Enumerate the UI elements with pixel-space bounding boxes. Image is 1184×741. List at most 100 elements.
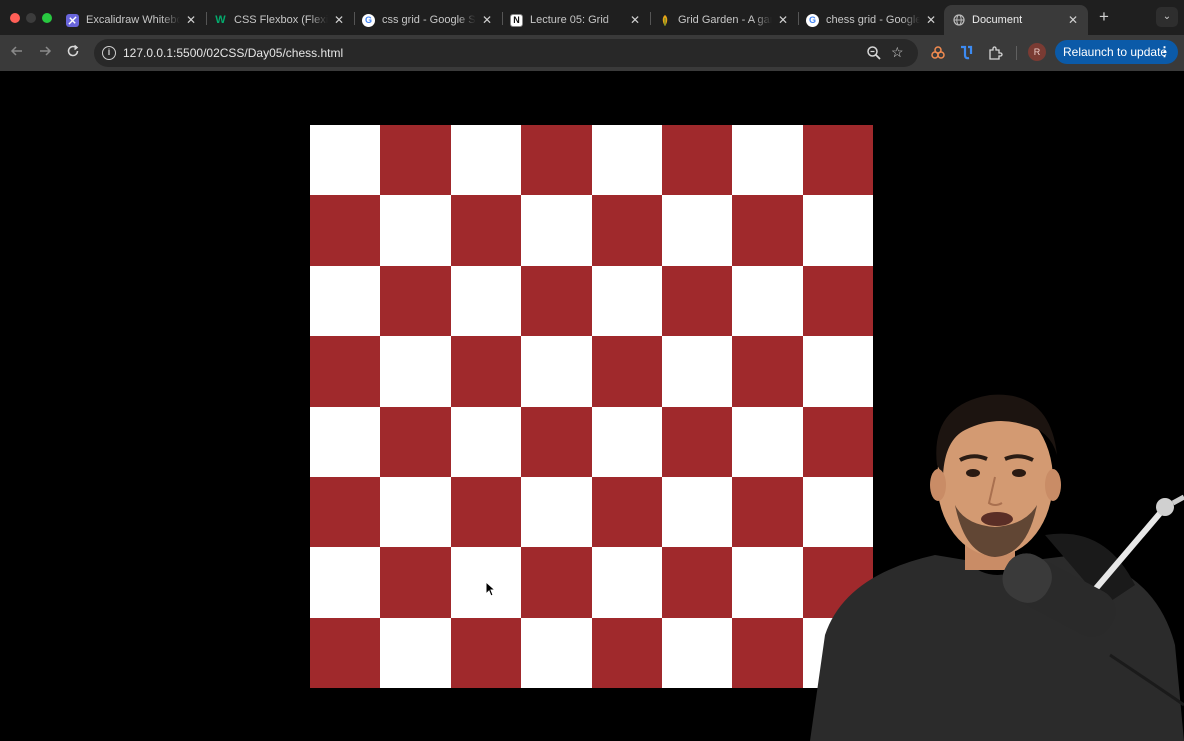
chevron-down-icon: ⌄ [1162,11,1172,22]
extension-icon[interactable] [957,44,975,62]
site-info-icon[interactable]: i [102,46,116,60]
board-square-dark [591,336,662,407]
google-icon: G [806,13,819,27]
board-square-dark [310,617,381,688]
tab-title: Grid Garden - A game [678,14,772,26]
maximize-window-button[interactable] [42,13,52,23]
board-square-dark [661,547,733,618]
extension-icon[interactable] [929,44,947,62]
board-square-dark [521,406,592,477]
tab-css-grid-search[interactable]: G css grid - Google Search ✕ [354,5,502,35]
board-square-dark [732,617,803,688]
board-square-light [661,336,733,407]
close-tab-icon[interactable]: ✕ [332,13,346,27]
board-square-dark [591,195,662,266]
tab-strip: Excalidraw Whiteboard ✕ W CSS Flexbox (F… [0,0,1184,35]
globe-icon [952,14,965,27]
browser-toolbar: i 127.0.0.1:5500/02CSS/Day05/chess.html … [0,35,1184,71]
tab-search-button[interactable]: ⌄ [1156,7,1178,27]
board-square-light [591,406,662,477]
reload-button[interactable] [63,43,83,63]
board-square-light [591,125,662,196]
close-tab-icon[interactable]: ✕ [480,13,494,27]
tab-lecture-grid[interactable]: N Lecture 05: Grid ✕ [502,5,650,35]
relaunch-label: Relaunch to update [1063,45,1168,59]
address-bar[interactable]: i 127.0.0.1:5500/02CSS/Day05/chess.html … [94,39,918,67]
board-square-light [521,195,592,266]
zoom-icon[interactable] [866,45,882,61]
board-square-dark [802,265,873,337]
more-menu-icon[interactable]: ⋮ [1158,40,1171,64]
board-square-light [380,476,451,548]
notion-icon: N [510,13,523,27]
forward-button[interactable] [35,43,55,63]
board-square-light [732,125,803,196]
board-square-dark [591,617,662,688]
mouse-cursor-icon [485,581,495,597]
board-square-dark [380,406,451,477]
board-square-light [521,476,592,548]
tab-grid-garden[interactable]: Grid Garden - A game ✕ [650,5,798,35]
grid-garden-icon [658,14,671,27]
board-square-light [732,406,803,477]
board-square-light [380,617,451,688]
board-square-dark [521,547,592,618]
tab-document[interactable]: Document ✕ [944,5,1088,35]
extensions-puzzle-icon[interactable] [986,44,1004,62]
tab-title: Lecture 05: Grid [530,14,609,26]
board-square-dark [380,265,451,337]
board-square-dark [450,476,522,548]
excalidraw-icon [66,13,79,27]
board-square-light [380,336,451,407]
board-square-light [732,547,803,618]
address-bar-url[interactable]: 127.0.0.1:5500/02CSS/Day05/chess.html [123,46,343,60]
close-tab-icon[interactable]: ✕ [628,13,642,27]
tab-title: Excalidraw Whiteboard [86,14,180,26]
board-square-light [310,125,381,196]
profile-avatar[interactable]: R [1028,43,1046,61]
board-square-dark [661,265,733,337]
board-square-light [310,547,381,618]
close-tab-icon[interactable]: ✕ [1066,13,1080,27]
close-window-button[interactable] [10,13,20,23]
tab-title: chess grid - Google Search [826,14,920,26]
board-square-dark [521,265,592,337]
board-square-dark [732,476,803,548]
board-square-light [310,406,381,477]
tab-chess-grid-search[interactable]: G chess grid - Google Search ✕ [798,5,946,35]
new-tab-button[interactable]: + [1096,8,1112,26]
board-square-dark [450,195,522,266]
board-square-light [450,406,522,477]
tab-css-flexbox[interactable]: W CSS Flexbox (Flexible Box) ✕ [206,5,354,35]
board-square-light [732,265,803,337]
reload-icon [67,44,79,57]
minimize-window-button[interactable] [26,13,36,23]
arrow-right-icon [40,46,52,56]
board-square-light [521,336,592,407]
board-square-light [661,476,733,548]
board-square-dark [310,195,381,266]
close-tab-icon[interactable]: ✕ [184,13,198,27]
board-square-dark [380,125,451,196]
board-square-dark [310,336,381,407]
board-square-dark [661,406,733,477]
board-square-light [380,195,451,266]
board-square-dark [380,547,451,618]
board-square-light [591,547,662,618]
close-tab-icon[interactable]: ✕ [924,13,938,27]
google-icon: G [362,13,375,27]
tab-title: css grid - Google Search [382,14,476,26]
board-square-light [802,195,873,266]
tab-title: Document [972,14,1023,26]
bookmark-star-icon[interactable]: ☆ [891,43,904,61]
board-square-dark [450,336,522,407]
board-square-light [450,265,522,337]
back-button[interactable] [7,43,27,63]
board-square-light [310,265,381,337]
arrow-left-icon [10,46,22,56]
tab-excalidraw[interactable]: Excalidraw Whiteboard ✕ [58,5,206,35]
board-square-light [521,617,592,688]
relaunch-button[interactable]: Relaunch to update ⋮ [1055,40,1178,64]
board-square-dark [732,336,803,407]
close-tab-icon[interactable]: ✕ [776,13,790,27]
